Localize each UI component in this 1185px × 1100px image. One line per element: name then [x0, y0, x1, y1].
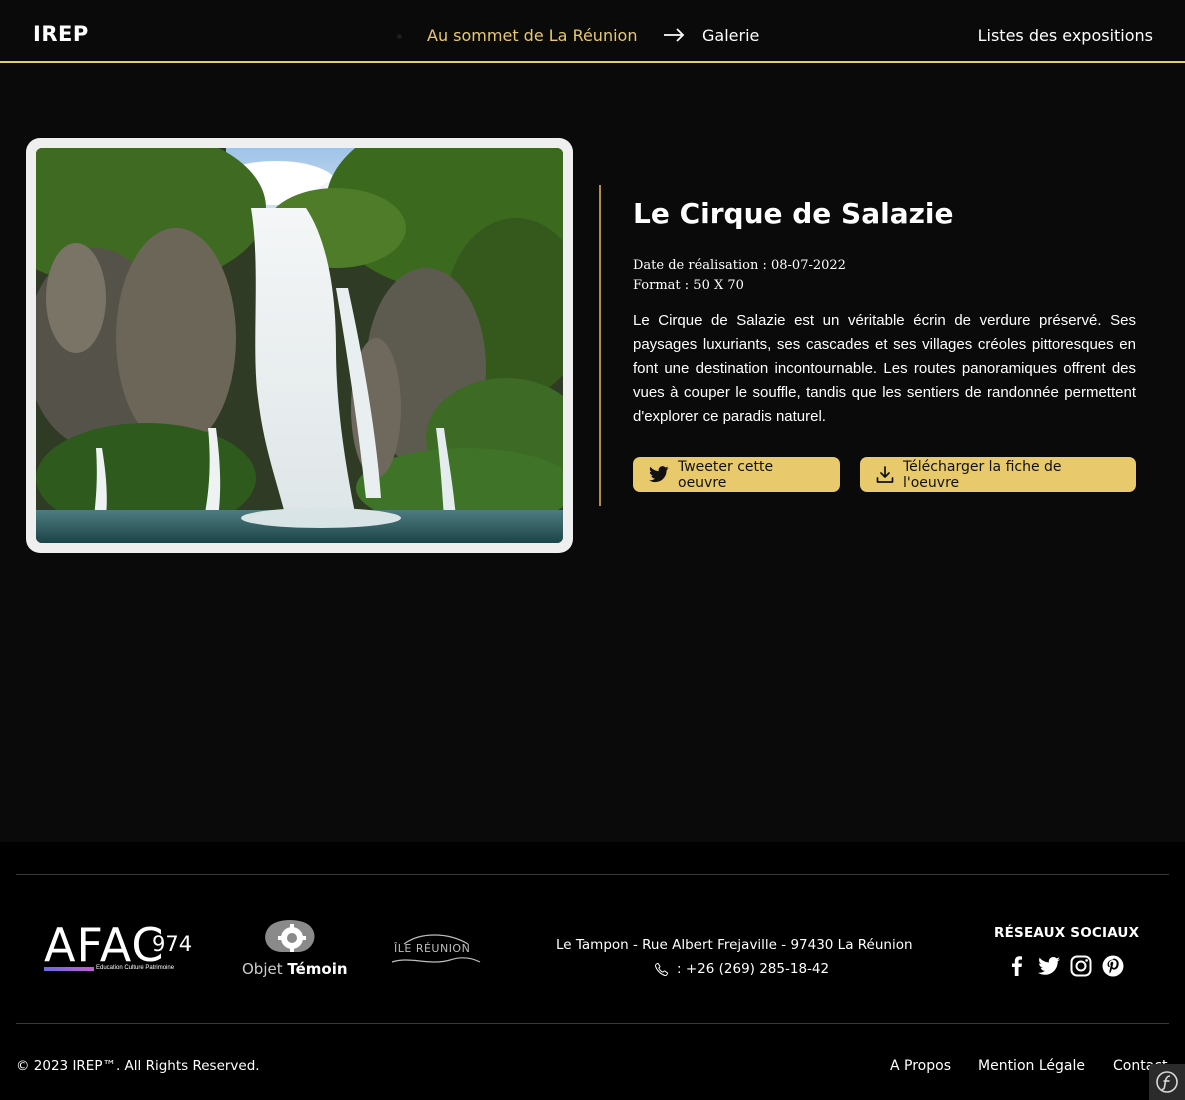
footer-address: Le Tampon - Rue Albert Frejaville - 9743…	[556, 937, 913, 953]
vertical-divider	[599, 185, 601, 506]
ile-reunion-logo[interactable]: ÎLE RÉUNION	[390, 934, 482, 966]
objet-temoin-mark	[265, 920, 315, 952]
site-logo[interactable]: IREP	[33, 22, 89, 46]
download-button[interactable]: Télécharger la fiche de l'oeuvre	[860, 457, 1136, 492]
tweet-button[interactable]: Tweeter cette oeuvre	[633, 457, 840, 492]
arrow-right-icon	[664, 28, 685, 42]
artwork-format: Format : 50 X 70	[633, 278, 744, 293]
download-icon	[876, 465, 894, 483]
footer-link-legal[interactable]: Mention Légale	[978, 1058, 1085, 1074]
download-button-label: Télécharger la fiche de l'oeuvre	[903, 458, 1062, 491]
artwork-meta: Date de réalisation : 08-07-2022 Format …	[633, 256, 846, 296]
footer-divider-top	[16, 874, 1169, 875]
twitter-icon[interactable]	[1037, 954, 1061, 978]
social-title: RÉSEAUX SOCIAUX	[994, 925, 1140, 941]
footer-phone-number[interactable]: : +26 (269) 285-18-42	[677, 961, 829, 977]
symfony-icon	[1156, 1071, 1178, 1093]
phone-icon	[654, 962, 669, 976]
exhibitions-list-link[interactable]: Listes des expositions	[978, 26, 1153, 45]
site-footer: AFAC 974 Education Culture Patrimoine Ob…	[0, 842, 1185, 1100]
artwork-title: Le Cirque de Salazie	[633, 197, 954, 230]
tweet-button-label: Tweeter cette oeuvre	[678, 458, 774, 491]
footer-divider-bottom	[16, 1023, 1169, 1024]
footer-link-about[interactable]: A Propos	[890, 1058, 951, 1074]
footer-phone: : +26 (269) 285-18-42	[654, 961, 829, 977]
pinterest-icon[interactable]	[1101, 954, 1125, 978]
instagram-icon[interactable]	[1069, 954, 1093, 978]
symfony-toolbar-toggle[interactable]	[1149, 1064, 1185, 1100]
breadcrumb-gallery-link[interactable]: Galerie	[702, 26, 759, 45]
facebook-icon[interactable]	[1005, 954, 1029, 978]
site-header: IREP Au sommet de La Réunion Galerie Lis…	[0, 0, 1185, 63]
artwork-date: Date de réalisation : 08-07-2022	[633, 258, 846, 273]
objet-temoin-logo[interactable]: Objet Témoin	[240, 918, 350, 978]
breadcrumb-dot	[397, 34, 402, 39]
afac-logo[interactable]: AFAC 974 Education Culture Patrimoine	[44, 922, 194, 976]
twitter-icon	[649, 466, 669, 483]
artwork-description: Le Cirque de Salazie est un véritable éc…	[633, 312, 1136, 425]
artwork-image[interactable]	[36, 148, 563, 543]
artwork-frame	[26, 138, 573, 553]
breadcrumb-current[interactable]: Au sommet de La Réunion	[427, 26, 637, 45]
copyright-text: © 2023 IREP™. All Rights Reserved.	[16, 1058, 260, 1074]
